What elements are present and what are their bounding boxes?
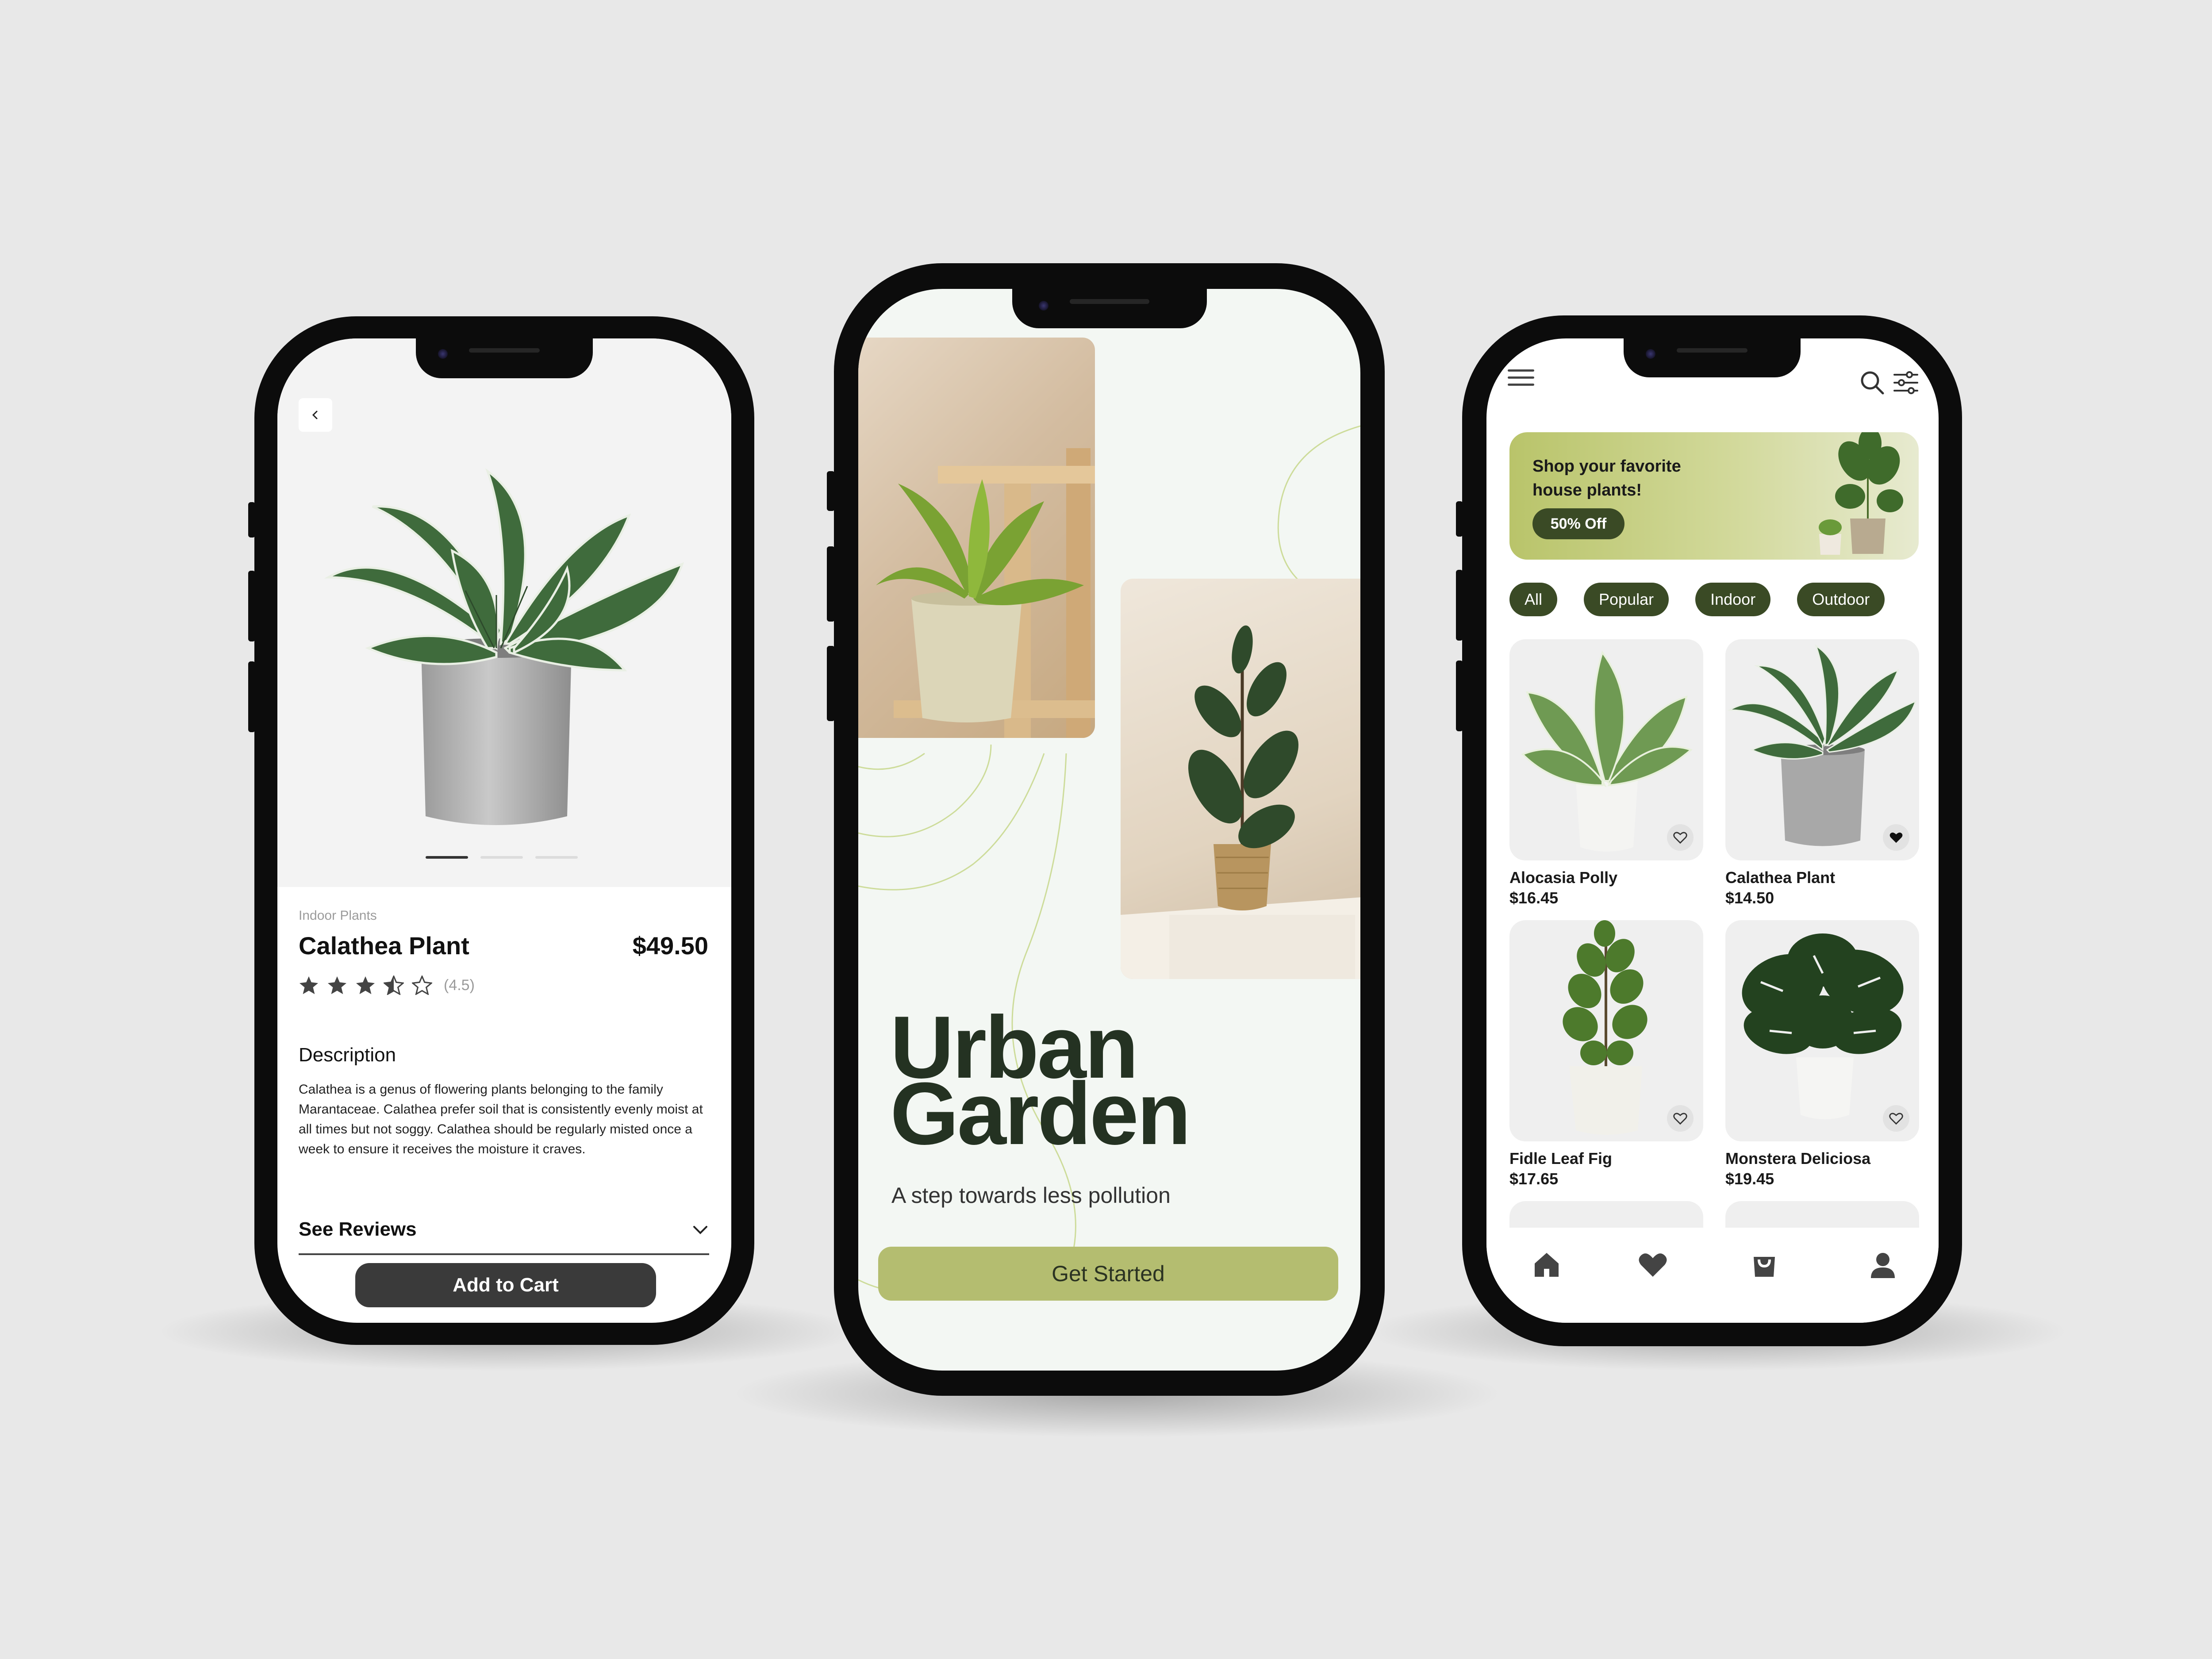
product-price: $14.50 [1725,889,1774,907]
product-title: Calathea Plant [299,932,469,960]
star-filled-icon [356,976,375,995]
promo-banner[interactable]: Shop your favorite house plants! 50% Off [1509,432,1919,560]
potted-plant-image [876,448,1095,738]
product-name: Fidle Leaf Fig [1509,1149,1613,1167]
camera-icon [1039,301,1048,311]
product-image [1725,920,1919,1141]
carousel-dot[interactable] [480,856,523,859]
back-button[interactable] [299,398,332,432]
favorite-button[interactable] [1667,1105,1694,1132]
phone-side-button [827,471,835,511]
heart-outline-icon [1889,1113,1903,1125]
favorite-button[interactable] [1883,1105,1909,1132]
star-filled-icon [327,976,347,995]
promo-line2: house plants! [1532,481,1642,499]
app-title-line2: Garden [890,1064,1191,1163]
chip-popular[interactable]: Popular [1584,583,1669,616]
star-half-icon [384,975,404,995]
shopping-bag-icon[interactable] [1748,1249,1780,1281]
product-name: Calathea Plant [1725,868,1836,887]
phone-shop: Shop your favorite house plants! 50% Off [1456,315,1962,1346]
category-chips: All Popular Indoor Outdoor [1509,583,1885,616]
product-image [1509,920,1703,1141]
chip-all[interactable]: All [1509,583,1558,616]
product-image [1509,639,1703,860]
star-empty-icon [412,975,432,995]
phone-side-button [1456,501,1463,537]
product-image [1725,639,1919,860]
product-card[interactable]: Calathea Plant $14.50 [1725,639,1919,907]
product-price: $49.50 [632,932,708,960]
chip-indoor[interactable]: Indoor [1695,583,1771,616]
camera-icon [1646,349,1655,359]
carousel-indicator[interactable] [426,856,578,859]
phone-side-button [248,571,255,641]
description-text: Calathea is a genus of flowering plants … [299,1082,703,1156]
favorite-button[interactable] [1667,824,1694,851]
chevron-down-icon [693,1226,707,1234]
description-heading: Description [299,1044,396,1066]
shop-screen: Shop your favorite house plants! 50% Off [1486,338,1939,1323]
see-reviews-label: See Reviews [299,1218,417,1240]
see-reviews-toggle[interactable]: See Reviews [299,1206,709,1255]
phone-side-button [248,661,255,732]
promo-line1: Shop your favorite [1532,457,1681,476]
phone-side-button [827,646,835,721]
star-filled-icon [299,976,319,995]
product-price: $17.65 [1509,1170,1559,1188]
search-icon[interactable] [1859,369,1886,396]
phone-side-button [248,502,255,538]
product-card-peek [1725,1201,1919,1228]
hero-photo-2 [1121,579,1360,979]
hero-photo-1 [858,338,1095,738]
phone-side-button [1456,661,1463,731]
product-card[interactable]: Fidle Leaf Fig $17.65 [1509,920,1703,1188]
product-price: $19.45 [1725,1170,1774,1188]
product-card-peek [1509,1201,1703,1228]
heart-filled-icon [1889,832,1903,843]
rating-value: (4.5) [444,976,475,994]
rating-stars: (4.5) [299,975,475,995]
phone-side-button [827,546,835,622]
product-price: $16.45 [1509,889,1559,907]
heart-outline-icon [1673,832,1687,844]
phone-landing: Urban Garden A step towards less polluti… [827,263,1385,1396]
product-name: Monstera Deliciosa [1725,1149,1871,1167]
app-tagline: A step towards less pollution [891,1183,1171,1208]
profile-icon[interactable] [1867,1249,1899,1281]
product-card[interactable]: Monstera Deliciosa $19.45 [1725,920,1919,1188]
get-started-button[interactable]: Get Started [878,1247,1338,1301]
phone-side-button [1456,570,1463,641]
product-category: Indoor Plants [299,908,377,923]
chevron-left-icon [312,411,318,419]
landing-screen: Urban Garden A step towards less polluti… [858,289,1360,1371]
filter-sliders-icon[interactable] [1893,369,1919,396]
home-icon[interactable] [1531,1249,1563,1281]
hamburger-menu-icon[interactable] [1508,369,1534,391]
product-card[interactable]: Alocasia Polly $16.45 [1509,639,1703,907]
product-image-area [277,338,731,887]
product-detail-screen: Indoor Plants Calathea Plant $49.50 (4.5… [277,338,731,1323]
bottom-tab-bar [1486,1232,1939,1323]
product-image [324,468,684,825]
phone-notch [1012,288,1207,328]
carousel-dot[interactable] [426,856,468,859]
promo-text: Shop your favorite house plants! [1532,454,1681,502]
favorite-button[interactable] [1883,824,1909,851]
chip-outdoor[interactable]: Outdoor [1797,583,1885,616]
phone-notch [416,338,593,378]
discount-badge[interactable]: 50% Off [1532,508,1624,539]
add-to-cart-button[interactable]: Add to Cart [355,1263,656,1307]
banner-plant-image [1819,432,1903,555]
phone-notch [1624,338,1801,377]
heart-outline-icon [1673,1113,1687,1125]
rubber-plant-image [1121,625,1360,979]
app-title: Urban Garden [890,1003,1191,1163]
heart-icon[interactable] [1637,1249,1669,1281]
product-name: Alocasia Polly [1509,868,1618,887]
camera-icon [438,349,448,359]
phone-detail: Indoor Plants Calathea Plant $49.50 (4.5… [248,316,754,1345]
carousel-dot[interactable] [535,856,578,859]
